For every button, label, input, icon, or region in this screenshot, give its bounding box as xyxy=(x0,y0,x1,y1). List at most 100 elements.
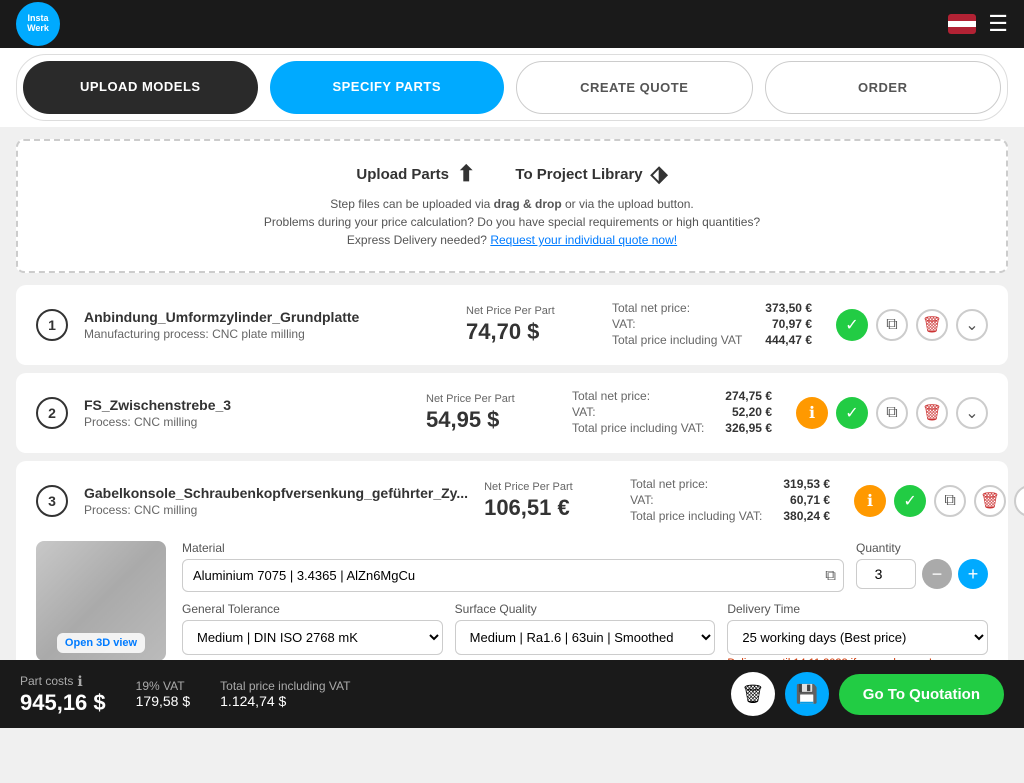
vat-label-3: VAT: xyxy=(630,493,654,507)
part-costs-label: Part costs xyxy=(20,674,73,688)
quantity-plus-button[interactable]: + xyxy=(958,559,988,589)
totals-section-3: Total net price: 319,53 € VAT: 60,71 € T… xyxy=(630,477,830,525)
tolerance-select[interactable]: Medium | DIN ISO 2768 mKFine | DIN ISO 2… xyxy=(182,620,443,655)
part-details-3: Open 3D view Material ⧉ Quantity xyxy=(36,541,988,679)
totals-section-1: Total net price: 373,50 € VAT: 70,97 € T… xyxy=(612,301,812,349)
total-vat-value-1: 444,47 € xyxy=(765,333,812,347)
quantity-minus-button[interactable]: − xyxy=(922,559,952,589)
upload-arrow-icon: ⬆ xyxy=(457,161,475,187)
part-info-3: Gabelkonsole_Schraubenkopfversenkung_gef… xyxy=(84,485,468,517)
duplicate-button-2[interactable]: ⧉ xyxy=(876,397,908,429)
total-vat-label-2: Total price including VAT: xyxy=(572,421,704,435)
open-3d-view-button[interactable]: Open 3D view xyxy=(57,633,145,653)
nav-tabs: UPLOAD MODELS SPECIFY PARTS CREATE QUOTE… xyxy=(16,54,1008,121)
delete-button-3[interactable]: 🗑 xyxy=(974,485,1006,517)
price-label-3: Net Price Per Part xyxy=(484,481,614,493)
header: Insta Werk ☰ xyxy=(0,0,1024,48)
approve-button-2[interactable]: ✓ xyxy=(836,397,868,429)
total-net-value-1: 373,50 € xyxy=(765,301,812,315)
header-right: ☰ xyxy=(948,11,1008,37)
quantity-group: Quantity − + xyxy=(856,541,988,592)
surface-group: Surface Quality Medium | Ra1.6 | 63uin |… xyxy=(455,602,716,669)
part-number-1: 1 xyxy=(36,309,68,341)
delete-button-2[interactable]: 🗑 xyxy=(916,397,948,429)
info-button-2[interactable]: ℹ xyxy=(796,397,828,429)
duplicate-button-3[interactable]: ⧉ xyxy=(934,485,966,517)
to-library-button[interactable]: To Project Library ⬗ xyxy=(515,161,667,187)
part-name-2: FS_Zwischenstrebe_3 xyxy=(84,397,410,413)
part-process-3: Process: CNC milling xyxy=(84,503,468,517)
quantity-input[interactable] xyxy=(856,559,916,589)
quantity-stepper: − + xyxy=(856,559,988,589)
tab-upload-models[interactable]: UPLOAD MODELS xyxy=(23,61,258,114)
price-value-3: 106,51 € xyxy=(484,495,614,521)
actions-1: ✓ ⧉ 🗑 ⌄ xyxy=(836,309,988,341)
approve-button-1[interactable]: ✓ xyxy=(836,309,868,341)
material-input[interactable] xyxy=(182,559,844,592)
duplicate-button-1[interactable]: ⧉ xyxy=(876,309,908,341)
tab-specify-parts[interactable]: SPECIFY PARTS xyxy=(270,61,505,114)
part-card-1: 1 Anbindung_Umformzylinder_Grundplatte M… xyxy=(16,285,1008,365)
total-vat-value-3: 380,24 € xyxy=(783,509,830,523)
part-card-2: 2 FS_Zwischenstrebe_3 Process: CNC milli… xyxy=(16,373,1008,453)
expand-button-2[interactable]: ⌄ xyxy=(956,397,988,429)
go-to-quotation-button[interactable]: Go To Quotation xyxy=(839,674,1004,715)
price-section-3: Net Price Per Part 106,51 € xyxy=(484,481,614,521)
total-label: Total price including VAT xyxy=(220,679,350,693)
total-vat-label-3: Total price including VAT: xyxy=(630,509,762,523)
vat-value: 179,58 $ xyxy=(136,693,191,709)
part-process-2: Process: CNC milling xyxy=(84,415,410,429)
approve-button-3[interactable]: ✓ xyxy=(894,485,926,517)
part-number-3: 3 xyxy=(36,485,68,517)
upload-parts-label: Upload Parts xyxy=(356,166,449,183)
upload-area: Upload Parts ⬆ To Project Library ⬗ Step… xyxy=(16,139,1008,273)
library-stack-icon: ⬗ xyxy=(651,161,668,187)
actions-2: ℹ ✓ ⧉ 🗑 ⌄ xyxy=(796,397,988,429)
expand-button-1[interactable]: ⌄ xyxy=(956,309,988,341)
part-header-3: 3 Gabelkonsole_Schraubenkopfversenkung_g… xyxy=(36,477,988,525)
vat-section: 19% VAT 179,58 $ xyxy=(136,679,191,709)
vat-value-3: 60,71 € xyxy=(790,493,830,507)
nav-wrap: UPLOAD MODELS SPECIFY PARTS CREATE QUOTE… xyxy=(0,48,1024,127)
collapse-button-3[interactable]: ⌃ xyxy=(1014,485,1024,517)
quantity-label: Quantity xyxy=(856,541,988,555)
vat-label: 19% VAT xyxy=(136,679,191,693)
info-button-3[interactable]: ℹ xyxy=(854,485,886,517)
menu-icon[interactable]: ☰ xyxy=(988,11,1008,37)
price-value-1: 74,70 $ xyxy=(466,319,596,345)
individual-quote-link[interactable]: Request your individual quote now! xyxy=(490,233,677,247)
logo[interactable]: Insta Werk xyxy=(16,2,60,46)
copy-icon[interactable]: ⧉ xyxy=(825,567,836,584)
part-info-1: Anbindung_Umformzylinder_Grundplatte Man… xyxy=(84,309,450,341)
trash-icon: 🗑 xyxy=(741,684,764,705)
upload-parts-button[interactable]: Upload Parts ⬆ xyxy=(356,161,475,187)
delete-button-1[interactable]: 🗑 xyxy=(916,309,948,341)
tolerance-group: General Tolerance Medium | DIN ISO 2768 … xyxy=(182,602,443,669)
delete-all-button[interactable]: 🗑 xyxy=(731,672,775,716)
total-net-value-2: 274,75 € xyxy=(725,389,772,403)
totals-section-2: Total net price: 274,75 € VAT: 52,20 € T… xyxy=(572,389,772,437)
material-input-row: ⧉ xyxy=(182,559,844,592)
upload-desc-2: Problems during your price calculation? … xyxy=(38,215,986,229)
part-process-1: Manufacturing process: CNC plate milling xyxy=(84,327,450,341)
save-button[interactable]: 💾 xyxy=(785,672,829,716)
surface-select[interactable]: Medium | Ra1.6 | 63uin | SmoothedFine | … xyxy=(455,620,716,655)
part-form-3: Material ⧉ Quantity − + xyxy=(182,541,988,679)
total-net-value-3: 319,53 € xyxy=(783,477,830,491)
part-name-1: Anbindung_Umformzylinder_Grundplatte xyxy=(84,309,450,325)
surface-label: Surface Quality xyxy=(455,602,716,616)
material-group: Material ⧉ xyxy=(182,541,844,592)
part-costs-info-icon: ℹ xyxy=(77,673,82,690)
tab-create-quote[interactable]: CREATE QUOTE xyxy=(516,61,753,114)
form-row-tolerance-surface-delivery: General Tolerance Medium | DIN ISO 2768 … xyxy=(182,602,988,669)
bottom-actions: 🗑 💾 Go To Quotation xyxy=(731,672,1004,716)
delivery-select[interactable]: 25 working days (Best price)15 working d… xyxy=(727,620,988,655)
language-flag[interactable] xyxy=(948,14,976,34)
total-net-label-3: Total net price: xyxy=(630,477,708,491)
tolerance-label: General Tolerance xyxy=(182,602,443,616)
part-costs-section: Part costs ℹ 945,16 $ xyxy=(20,673,106,716)
bottom-bar: Part costs ℹ 945,16 $ 19% VAT 179,58 $ T… xyxy=(0,660,1024,728)
price-label-2: Net Price Per Part xyxy=(426,393,556,405)
delivery-label: Delivery Time xyxy=(727,602,988,616)
tab-order[interactable]: ORDER xyxy=(765,61,1002,114)
